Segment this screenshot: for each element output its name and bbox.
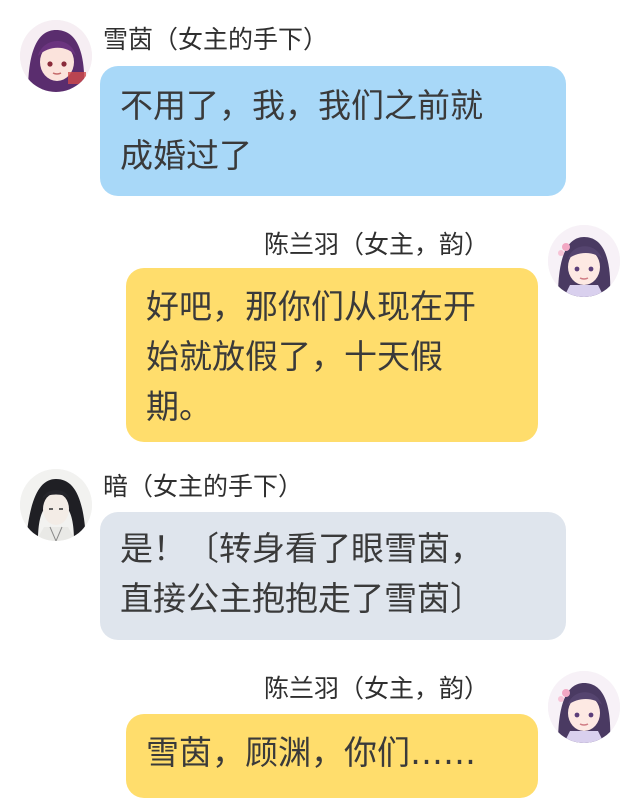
message-bubble[interactable]: 不用了，我，我们之前就 成婚过了	[100, 66, 566, 196]
message-bubble[interactable]: 雪茵，顾渊，你们……	[126, 714, 538, 798]
message-text-line: 期。	[146, 387, 212, 426]
flower-hair-girl-avatar-icon[interactable]	[548, 671, 620, 743]
purple-hair-girl-avatar-icon[interactable]	[20, 20, 92, 92]
chat-message: 陈兰羽（女主，韵） 雪茵，顾渊，你们……	[0, 655, 640, 811]
chat-message: 暗（女主的手下） 是！〔转身看了眼雪茵， 直接公主抱抱走了雪茵〕	[0, 455, 640, 655]
sender-name: 雪茵（女主的手下）	[103, 25, 329, 54]
message-text-line: 不用了，我，我们之前就	[120, 86, 483, 125]
chat-message: 陈兰羽（女主，韵） 好吧，那你们从现在开 始就放假了，十天假 期。	[0, 205, 640, 455]
sender-name: 陈兰羽（女主，韵）	[264, 674, 490, 703]
flower-hair-girl-avatar-icon[interactable]	[548, 225, 620, 297]
message-text-line: 好吧，那你们从现在开	[146, 287, 476, 326]
chat-screen: 雪茵（女主的手下） 不用了，我，我们之前就 成婚过了 陈兰羽（女主，韵） 好吧，…	[0, 0, 640, 811]
sender-name: 陈兰羽（女主，韵）	[264, 230, 490, 259]
message-text-line: 始就放假了，十天假	[146, 337, 443, 376]
sender-name: 暗（女主的手下）	[103, 472, 304, 501]
chat-message: 雪茵（女主的手下） 不用了，我，我们之前就 成婚过了	[0, 0, 640, 205]
message-bubble[interactable]: 是！〔转身看了眼雪茵， 直接公主抱抱走了雪茵〕	[100, 512, 566, 640]
message-text-line: 成婚过了	[120, 136, 252, 175]
long-black-hair-man-avatar-icon[interactable]	[20, 469, 92, 541]
message-text-line: 雪茵，顾渊，你们……	[146, 733, 476, 772]
message-text-line: 是！〔转身看了眼雪茵，	[120, 529, 483, 568]
message-bubble[interactable]: 好吧，那你们从现在开 始就放假了，十天假 期。	[126, 268, 538, 442]
message-text-line: 直接公主抱抱走了雪茵〕	[120, 579, 483, 618]
